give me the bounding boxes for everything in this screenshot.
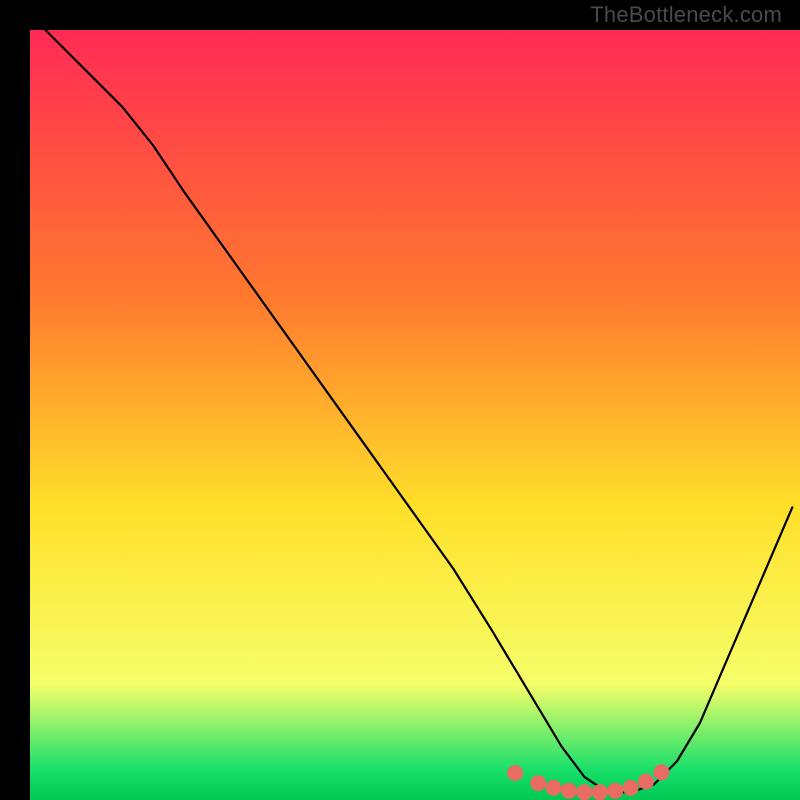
chart-frame [15,15,785,785]
highlight-dot [592,784,608,800]
bottleneck-chart [30,30,800,800]
highlight-dot [530,775,546,791]
highlight-dot [546,780,562,796]
highlight-dot [653,764,669,780]
gradient-background [30,30,800,800]
highlight-dot [576,784,592,800]
highlight-dot [623,780,639,796]
watermark-text: TheBottleneck.com [590,2,782,28]
highlight-dot [507,765,523,781]
plot-area [30,30,800,800]
highlight-dot [638,774,654,790]
highlight-dot [561,783,577,799]
highlight-dot [607,783,623,799]
